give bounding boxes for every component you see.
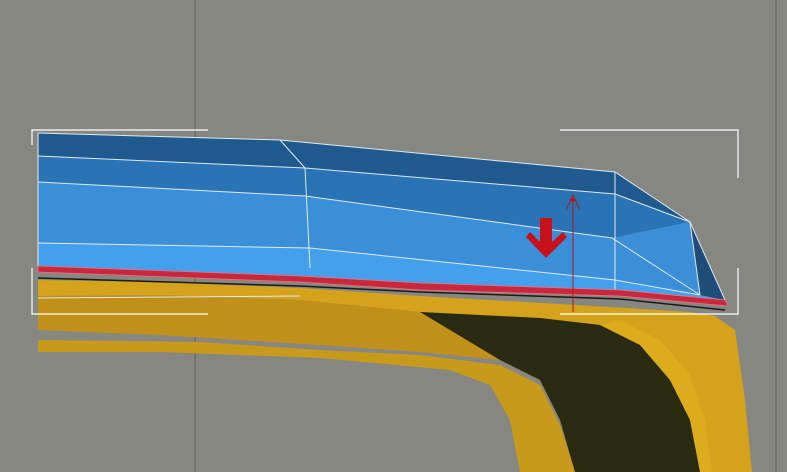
perspective-viewport[interactable] bbox=[0, 0, 787, 472]
viewport-canvas[interactable] bbox=[0, 0, 787, 472]
base-frame-mesh[interactable] bbox=[38, 280, 752, 472]
